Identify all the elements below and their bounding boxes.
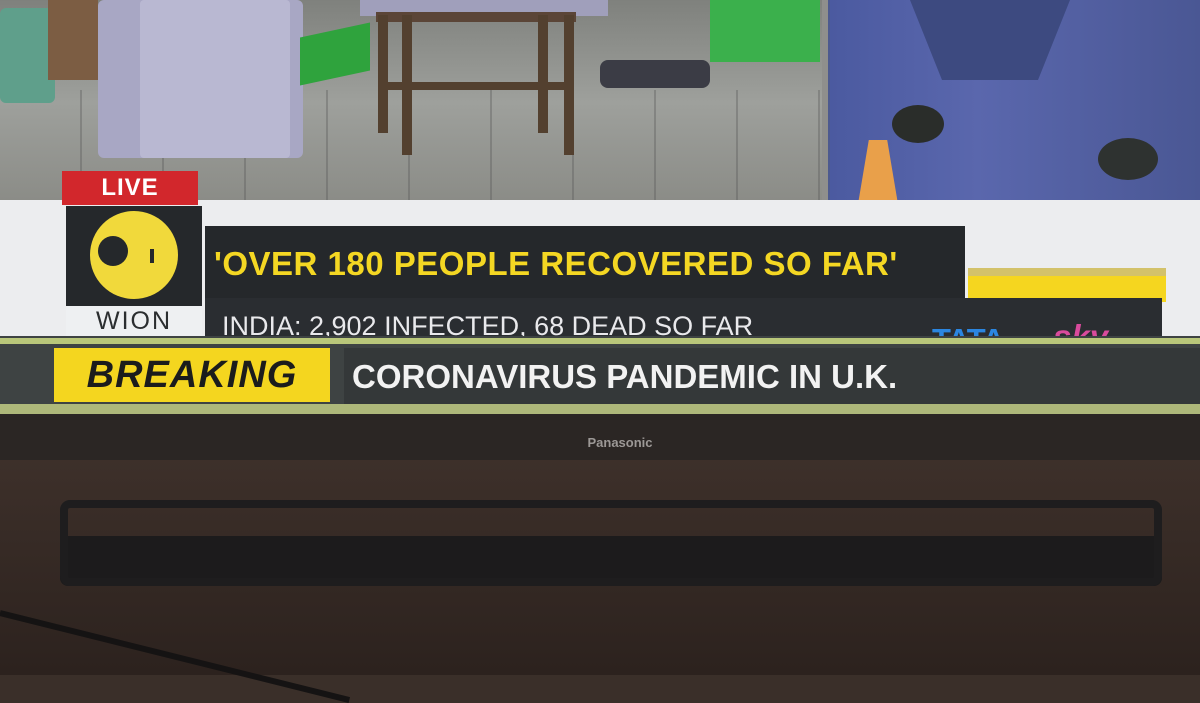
table-cloth-fold <box>140 0 290 158</box>
live-badge: LIVE <box>62 171 198 205</box>
stool-leg <box>378 15 388 133</box>
logo-dot-icon <box>98 236 128 266</box>
bucket <box>0 8 55 103</box>
tv-stand-frame <box>60 500 1162 586</box>
microphone <box>1098 138 1158 180</box>
brown-box <box>48 0 98 80</box>
breaking-bottom-line <box>0 404 1200 414</box>
breaking-top-line <box>0 338 1200 344</box>
headline-text: 'OVER 180 PEOPLE RECOVERED SO FAR' <box>214 245 898 282</box>
stool-rung <box>378 82 574 90</box>
breaking-badge: BREAKING <box>54 348 330 402</box>
breaking-text: CORONAVIRUS PANDEMIC IN U.K. <box>352 358 898 395</box>
stool-leg <box>538 15 548 133</box>
tv-brand: Panasonic <box>587 435 653 450</box>
microphone <box>892 105 944 143</box>
channel-logo-text: WION <box>95 306 173 335</box>
green-object <box>710 0 820 62</box>
logo-mark-icon <box>150 249 154 263</box>
shoes <box>600 60 710 88</box>
side-strip-ticker <box>968 268 1166 276</box>
